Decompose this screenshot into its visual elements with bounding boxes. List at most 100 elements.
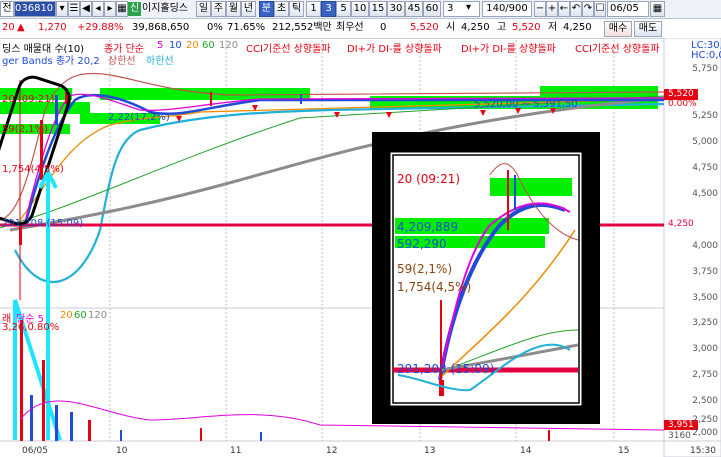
interval-select[interactable]: 3	[443, 1, 480, 17]
buy-button[interactable]: 매수	[604, 21, 632, 37]
legend-ma5: 5	[157, 40, 164, 51]
signal-arrow	[334, 112, 340, 118]
high-value: 5,520	[512, 22, 541, 33]
volume-bar	[30, 395, 33, 441]
minute-15-button[interactable]: 15	[369, 1, 387, 17]
profile-band	[540, 86, 658, 96]
candle	[300, 94, 302, 104]
volume-base-label: 3160	[668, 431, 691, 441]
list-icon[interactable]: ☰	[68, 1, 80, 17]
y-tick: 2,000	[692, 428, 718, 438]
tab-week[interactable]: 주	[211, 1, 226, 17]
arrow-left-icon[interactable]: ←	[558, 1, 570, 17]
y-tick: 4,500	[692, 189, 718, 199]
legend-cci-2: CCI기준선 상향돌파	[575, 44, 660, 55]
checkbox-icon[interactable]: ☐	[594, 1, 606, 17]
best-label: 최우선	[336, 22, 364, 33]
redo-icon[interactable]: ↷	[582, 1, 594, 17]
tab-day[interactable]: 일	[196, 1, 211, 17]
volume-bar	[548, 430, 550, 441]
low-value: 4,250	[563, 22, 592, 33]
x-tick-12: 12	[326, 446, 338, 456]
inset-band	[490, 178, 572, 196]
next-icon[interactable]: ▸	[104, 1, 116, 17]
tab-second[interactable]: 초	[274, 1, 289, 17]
low-label: 저	[548, 22, 558, 33]
legend-cci-1: CCI기준선 상향돌파	[246, 44, 331, 55]
annotation-low: 291,208 (15:09)	[2, 218, 84, 229]
volume-bar	[88, 420, 91, 441]
price-chart[interactable]	[0, 38, 721, 457]
volume: 39,868,650	[132, 22, 190, 33]
tab-year[interactable]: 년	[241, 1, 256, 17]
sell-button[interactable]: 매도	[634, 21, 662, 37]
minute-1-button[interactable]: 1	[306, 1, 321, 17]
up-arrow-icon: ▲	[17, 22, 25, 33]
y-tick: 3,500	[692, 293, 718, 303]
search-icon[interactable]: ▾	[56, 1, 68, 17]
signal-arrow	[386, 112, 392, 118]
legend-bollinger: ger Bands 종가 20,2	[2, 56, 100, 67]
calendar-icon[interactable]: ▦	[650, 1, 665, 17]
legend-di-2: DI+가 DI-를 상향돌파	[461, 44, 556, 55]
undo-icon[interactable]: ↶	[570, 1, 582, 17]
y-tick: 2,250	[692, 415, 718, 425]
volume-bar	[260, 432, 262, 441]
annotation-time-high: 20 (09:21)	[2, 94, 55, 105]
x-tick-15: 15	[618, 446, 630, 456]
minute-45-button[interactable]: 45	[405, 1, 423, 17]
volume-bar	[20, 320, 23, 441]
market-prefix[interactable]: 전	[0, 1, 14, 17]
grid-icon[interactable]: ▦	[116, 1, 128, 17]
vol-legend-120: 120	[88, 310, 108, 321]
price-suffix: 20	[2, 22, 15, 33]
y-tick: 5,750	[692, 64, 718, 74]
market-badge: 신	[128, 2, 142, 16]
legend-bb-upper: 상한선	[108, 56, 136, 67]
tab-minute[interactable]: 분	[259, 1, 274, 17]
volume-current-label: 3,951	[668, 420, 694, 430]
legend-ma60: 60	[202, 40, 215, 51]
inset-level-2: 592,290	[397, 237, 447, 251]
minute-5-button[interactable]: 5	[336, 1, 351, 17]
best-value: 0	[380, 22, 387, 33]
inset-level-3: 59(2,1%)	[397, 262, 453, 276]
volume-bar	[200, 428, 202, 441]
zoom-in-icon[interactable]: +	[546, 1, 558, 17]
tab-tick[interactable]: 틱	[289, 1, 304, 17]
date-field[interactable]: 06/05	[607, 1, 649, 17]
tab-month[interactable]: 월	[226, 1, 241, 17]
volume-bar	[120, 430, 122, 441]
y-tick: 3,250	[692, 318, 718, 328]
legend-bb-lower: 하한선	[146, 56, 174, 67]
vol-legend-20: 20	[60, 310, 73, 321]
x-tick-14: 14	[520, 446, 532, 456]
speaker-icon[interactable]: ◀	[80, 1, 92, 17]
open-value: 4,250	[461, 22, 490, 33]
open-label: 시	[446, 22, 456, 33]
legend-ma120: 120	[219, 40, 239, 51]
minute-60-button[interactable]: 60	[423, 1, 441, 17]
profile-band	[100, 88, 310, 100]
range-display[interactable]: 140/900	[482, 1, 532, 17]
inset-candle	[439, 380, 444, 396]
quote-bar: 20 ▲ 1,270 +29.88% 39,868,650 0% 71.65% …	[0, 19, 721, 39]
stock-code-input[interactable]: 036810	[14, 1, 56, 17]
prev-icon[interactable]: ◂	[92, 1, 104, 17]
annotation-level-4: 1,754(4,5%)	[2, 164, 64, 175]
volume-bar	[55, 405, 58, 441]
current-pct-label: 0.00%	[668, 99, 697, 109]
chevron-down-icon[interactable]: ▾	[466, 1, 471, 15]
vol-legend-stat: 3,26,0.80%	[2, 322, 60, 333]
legend-di-1: DI+가 DI-를 상향돌파	[347, 44, 442, 55]
volume-bar	[70, 412, 73, 441]
high-label: 고	[497, 22, 507, 33]
y-tick: 3,750	[692, 267, 718, 277]
legend-hc: HC:0,0	[691, 50, 721, 61]
minute-30-button[interactable]: 30	[387, 1, 405, 17]
candle	[55, 95, 58, 125]
minute-10-button[interactable]: 10	[351, 1, 369, 17]
inset-time-high: 20 (09:21)	[397, 172, 461, 186]
zoom-out-icon[interactable]: −	[534, 1, 546, 17]
minute-3-button[interactable]: 3	[321, 1, 336, 17]
